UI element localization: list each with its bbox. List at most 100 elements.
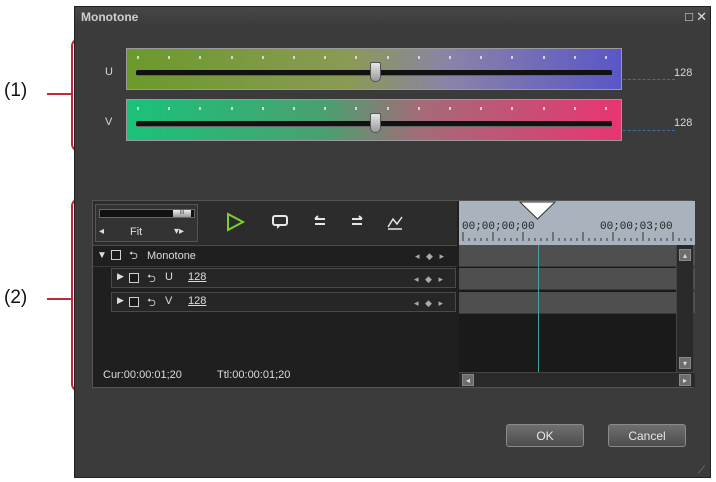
dialog-title: Monotone: [81, 10, 139, 24]
track-row-monotone[interactable]: ▼ ⮌ Monotone ◂ ◆ ▸: [93, 245, 456, 267]
slider-tick: [324, 107, 327, 110]
track-name-v: V: [165, 295, 173, 307]
track-name-u: U: [165, 271, 173, 283]
slider-tick: [261, 56, 264, 59]
cancel-button[interactable]: Cancel: [608, 424, 686, 447]
restore-icon[interactable]: □: [685, 9, 693, 25]
track-value-u[interactable]: 128: [188, 271, 206, 283]
slider-tick: [511, 107, 514, 110]
slider-tick: [605, 56, 607, 59]
comment-icon[interactable]: [269, 211, 291, 233]
v-ticks: [137, 107, 611, 111]
timeline-lane-u[interactable]: [459, 268, 695, 290]
u-value-leader: [623, 79, 675, 80]
slider-tick: [573, 107, 576, 110]
slider-tick: [480, 107, 483, 110]
timeline-lane-v[interactable]: [459, 292, 695, 314]
redo-icon[interactable]: [346, 211, 368, 233]
total-time: Ttl:00:00:01;20: [217, 369, 291, 381]
expand-arrow-icon[interactable]: ▶: [117, 295, 124, 306]
slider-tick: [449, 107, 451, 110]
loop-icon: ⮌: [147, 297, 156, 309]
u-label: U: [105, 66, 113, 78]
undo-icon[interactable]: [309, 211, 331, 233]
slider-tick: [293, 107, 295, 110]
monotone-dialog: Monotone □ ✕ U 128 V 128 III ◂ Fit ▾▸ ▼ …: [74, 6, 711, 478]
callout-1-connector: [47, 93, 73, 95]
u-slider[interactable]: [126, 48, 622, 90]
current-time: Cur:00:00:01;20: [103, 369, 182, 381]
track-checkbox-v[interactable]: [129, 297, 139, 307]
slider-tick: [137, 56, 139, 59]
slider-tick: [168, 107, 171, 110]
keyframe-nav-u[interactable]: ◂ ◆ ▸: [414, 269, 445, 289]
expand-arrow-icon[interactable]: ▶: [117, 271, 124, 282]
slider-tick: [199, 56, 202, 59]
slider-tick: [573, 56, 576, 59]
play-icon[interactable]: [224, 211, 246, 233]
playhead-line: [538, 245, 539, 375]
v-label: V: [105, 116, 113, 128]
resize-grip-icon[interactable]: ⟋: [698, 465, 708, 476]
slider-tick: [230, 107, 233, 110]
slider-tick: [293, 56, 295, 59]
slider-tick: [605, 107, 607, 110]
zoom-row: ◂ Fit ▾▸: [96, 224, 197, 241]
slider-tick: [355, 56, 358, 59]
vertical-scrollbar[interactable]: ▴ ▾: [676, 245, 693, 373]
zoom-level[interactable]: Fit: [130, 226, 142, 238]
callout-2: (2): [4, 287, 28, 308]
playhead-marker-icon[interactable]: [518, 201, 558, 221]
horizontal-scrollbar[interactable]: ◂ ▸: [459, 372, 695, 387]
slider-tick: [386, 56, 389, 59]
slider-tick: [417, 56, 420, 59]
track-name-monotone: Monotone: [147, 250, 196, 262]
slider-tick: [417, 107, 420, 110]
u-slider-thumb[interactable]: [370, 62, 381, 82]
scroll-left-icon[interactable]: ◂: [462, 374, 474, 386]
ok-button[interactable]: OK: [506, 424, 584, 447]
slider-tick: [355, 107, 358, 110]
slider-tick: [480, 56, 483, 59]
keyframe-panel: III ◂ Fit ▾▸ ▼ ⮌ Monotone ◂ ◆ ▸ ▶ ⮌ U 12…: [92, 200, 695, 388]
close-icon[interactable]: ✕: [696, 9, 707, 25]
keyframe-nav-monotone[interactable]: ◂ ◆ ▸: [415, 245, 446, 267]
slider-tick: [449, 56, 451, 59]
track-checkbox-monotone[interactable]: [111, 250, 121, 260]
slider-tick: [137, 107, 139, 110]
scroll-right-icon[interactable]: ▸: [679, 374, 691, 386]
callout-1: (1): [4, 80, 28, 101]
track-row-v[interactable]: ▶ ⮌ V 128 ◂ ◆ ▸: [111, 292, 456, 312]
graph-icon[interactable]: [384, 211, 406, 233]
title-bar: Monotone: [75, 7, 710, 27]
track-row-u[interactable]: ▶ ⮌ U 128 ◂ ◆ ▸: [111, 268, 456, 288]
timeline[interactable]: 00;00;00;00 00;00;03;00 ▴ ▾ ◂ ▸: [459, 201, 695, 387]
slider-tick: [542, 107, 545, 110]
zoom-left-arrow-icon[interactable]: ◂: [99, 226, 104, 237]
slider-tick: [511, 56, 514, 59]
track-checkbox-u[interactable]: [129, 273, 139, 283]
track-value-v[interactable]: 128: [188, 295, 206, 307]
callout-2-connector: [47, 298, 73, 300]
v-slider[interactable]: [126, 99, 622, 141]
keyframe-nav-v[interactable]: ◂ ◆ ▸: [414, 293, 445, 313]
slider-tick: [386, 107, 389, 110]
u-value: 128: [674, 67, 693, 79]
slider-tick: [324, 56, 327, 59]
zoom-dropdown-icon[interactable]: ▾▸: [174, 226, 184, 237]
slider-tick: [199, 107, 202, 110]
expand-arrow-icon[interactable]: ▼: [97, 245, 107, 267]
zoom-slider-thumb[interactable]: III: [173, 210, 191, 217]
v-slider-thumb[interactable]: [370, 113, 381, 133]
zoom-slider[interactable]: III: [99, 209, 195, 218]
u-ticks: [137, 56, 611, 60]
scroll-up-icon[interactable]: ▴: [679, 249, 691, 261]
timeline-lane-monotone[interactable]: [459, 245, 695, 267]
keyframe-toolbar: III ◂ Fit ▾▸: [93, 201, 457, 246]
time-ruler[interactable]: 00;00;00;00 00;00;03;00: [459, 201, 695, 245]
slider-tick: [542, 56, 545, 59]
slider-tick: [230, 56, 233, 59]
ruler-label-start: 00;00;00;00: [462, 221, 535, 233]
scroll-down-icon[interactable]: ▾: [679, 357, 691, 369]
slider-tick: [168, 56, 171, 59]
